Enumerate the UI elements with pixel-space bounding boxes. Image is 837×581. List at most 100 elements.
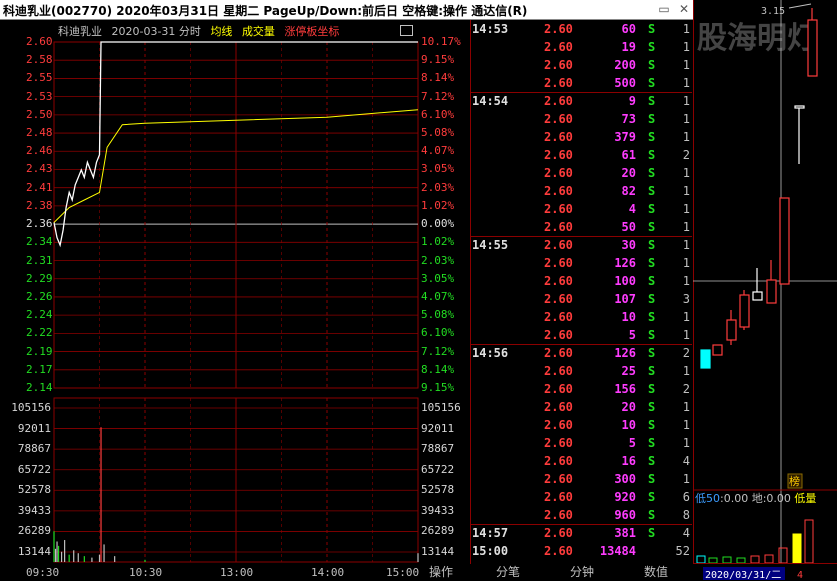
tab-values[interactable]: 数值 (636, 564, 676, 581)
tick-row[interactable]: 2.60 61 S 2 (470, 146, 692, 164)
tick-side: S (648, 148, 656, 162)
tick-count: 1 (682, 130, 690, 144)
tick-row[interactable]: 2.60 25 S 1 (470, 362, 692, 380)
tick-side: S (648, 454, 656, 468)
tick-count: 1 (682, 94, 690, 108)
tick-volume: 100 (614, 274, 636, 288)
window-title: 科迪乳业(002770) 2020年03月31日 星期二 PageUp/Down… (3, 4, 528, 18)
tick-price: 2.60 (544, 508, 573, 522)
tick-price: 2.60 (544, 490, 573, 504)
tick-count: 1 (682, 418, 690, 432)
tick-count: 1 (682, 364, 690, 378)
tick-price: 2.60 (544, 256, 573, 270)
tick-row[interactable]: 2.60 10 S 1 (470, 308, 692, 326)
tick-row[interactable]: 2.60 107 S 3 (470, 290, 692, 308)
tick-side: S (648, 130, 656, 144)
tick-side: S (648, 382, 656, 396)
pct-axis-label: 4.07% (421, 144, 455, 158)
tick-row[interactable]: 2.60 126 S 1 (470, 254, 692, 272)
restore-button[interactable]: ▭ (655, 2, 673, 17)
tick-volume: 25 (621, 364, 636, 378)
tick-volume: 500 (614, 76, 636, 90)
close-button[interactable]: ✕ (675, 2, 693, 17)
tick-row[interactable]: 2.60 20 S 1 (470, 164, 692, 182)
volume-axis-label: 26289 (17, 524, 51, 538)
volume-axis-label-right: 26289 (421, 524, 455, 538)
tick-volume: 5 (628, 328, 636, 342)
tick-time: 14:57 (472, 526, 509, 540)
tick-count: 1 (682, 472, 690, 486)
tick-price: 2.60 (544, 76, 573, 90)
avg-line-legend: 均线 (210, 25, 233, 38)
tick-row[interactable]: 15:00 2.60 13484 52 (470, 542, 692, 560)
chart-settings-icon[interactable] (400, 25, 413, 36)
price-axis-label: 2.58 (26, 53, 53, 67)
kline-chart[interactable]: 股海明灯 3.15 榜低50:0.00 地:0.00 低量 2020/03/31/二 4 (693, 0, 837, 581)
tick-row[interactable]: 2.60 960 S 8 (470, 506, 692, 524)
tick-row[interactable]: 2.60 82 S 1 (470, 182, 692, 200)
tick-row[interactable]: 14:54 2.60 9 S 1 (470, 92, 692, 110)
tick-row[interactable]: 2.60 4 S 1 (470, 200, 692, 218)
tick-row[interactable]: 2.60 300 S 1 (470, 470, 692, 488)
volume-axis-label-right: 39433 (421, 503, 455, 517)
intraday-chart[interactable] (0, 20, 470, 565)
tick-row[interactable]: 14:57 2.60 381 S 4 (470, 524, 692, 542)
tick-row[interactable]: 2.60 379 S 1 (470, 128, 692, 146)
time-axis-label: 09:30 (26, 566, 60, 579)
tick-row[interactable]: 2.60 5 S 1 (470, 326, 692, 344)
volume-axis-label: 92011 (17, 421, 51, 435)
kline-top-price: 3.15 (761, 6, 785, 17)
tick-count: 3 (682, 292, 690, 306)
tick-count: 1 (682, 184, 690, 198)
tick-row[interactable]: 2.60 19 S 1 (470, 38, 692, 56)
tick-row[interactable]: 2.60 200 S 1 (470, 56, 692, 74)
tick-count: 1 (682, 40, 690, 54)
volume-axis-label: 52578 (17, 483, 51, 497)
tab-operate[interactable]: 操作 (424, 564, 458, 581)
tick-volume: 50 (621, 220, 636, 234)
tick-row[interactable]: 14:56 2.60 126 S 2 (470, 344, 692, 362)
tick-side: S (648, 112, 656, 126)
pct-axis-label: 9.15% (421, 53, 455, 67)
tab-ticks[interactable]: 分笔 (488, 564, 528, 581)
tick-price: 2.60 (544, 454, 573, 468)
tick-row[interactable]: 2.60 16 S 4 (470, 452, 692, 470)
kline-candle (752, 291, 763, 301)
price-axis-label: 2.50 (26, 107, 53, 121)
pct-axis-label: 6.10% (421, 326, 455, 340)
tick-row[interactable]: 2.60 156 S 2 (470, 380, 692, 398)
tick-row[interactable]: 2.60 920 S 6 (470, 488, 692, 506)
tick-row[interactable]: 2.60 5 S 1 (470, 434, 692, 452)
tick-volume: 10 (621, 418, 636, 432)
kline-date-label: 2020/03/31/二 (705, 570, 781, 581)
tick-row[interactable]: 2.60 20 S 1 (470, 398, 692, 416)
pct-axis-label: 3.05% (421, 271, 455, 285)
tick-side: S (648, 418, 656, 432)
tick-volume: 960 (614, 508, 636, 522)
tick-price: 2.60 (544, 472, 573, 486)
tick-count: 1 (682, 220, 690, 234)
tick-side: S (648, 76, 656, 90)
tick-price: 2.60 (544, 364, 573, 378)
pct-axis-label: 9.15% (421, 381, 455, 394)
pct-axis-label: 7.12% (421, 344, 455, 358)
tick-list[interactable]: 14:53 2.60 60 S 1 2.60 19 S 1 2.60 200 S 1 2.60 500 S 1 1… (470, 20, 692, 564)
tick-price: 2.60 (544, 130, 573, 144)
tab-minutes[interactable]: 分钟 (562, 564, 602, 581)
tick-row[interactable]: 2.60 500 S 1 (470, 74, 692, 92)
limit-axis-toggle[interactable]: 涨停板坐标 (284, 25, 339, 38)
tick-row[interactable]: 14:55 2.60 30 S 1 (470, 236, 692, 254)
pct-axis-label: 4.07% (421, 289, 455, 303)
tick-row[interactable]: 2.60 73 S 1 (470, 110, 692, 128)
tick-row[interactable]: 2.60 50 S 1 (470, 218, 692, 236)
tick-volume: 156 (614, 382, 636, 396)
volume-axis-label-right: 52578 (421, 483, 455, 497)
tick-time: 14:55 (472, 238, 509, 252)
price-axis-label: 2.26 (26, 289, 53, 303)
tick-row[interactable]: 2.60 100 S 1 (470, 272, 692, 290)
tick-volume: 73 (621, 112, 636, 126)
price-axis-label: 2.22 (26, 326, 53, 340)
tick-row[interactable]: 2.60 10 S 1 (470, 416, 692, 434)
tick-row[interactable]: 14:53 2.60 60 S 1 (470, 20, 692, 38)
pct-axis-label: 5.08% (421, 126, 455, 140)
